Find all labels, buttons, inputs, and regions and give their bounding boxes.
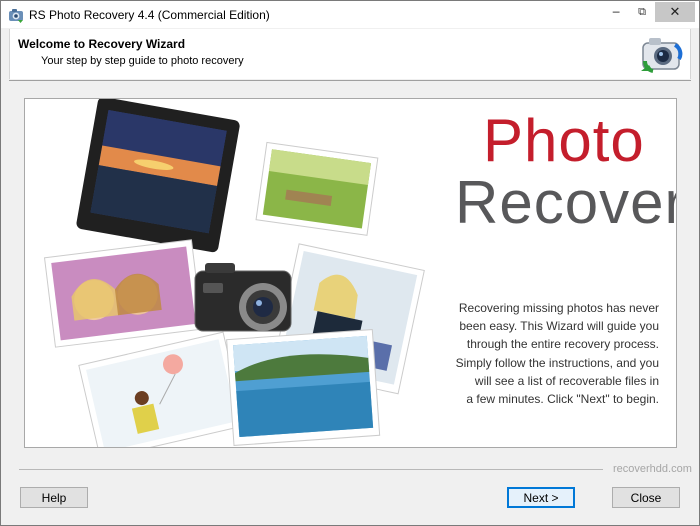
welcome-panel: Photo Recovery Recovering missing photos… xyxy=(24,98,677,448)
maximize-button[interactable]: ⧉ xyxy=(629,2,655,22)
app-icon xyxy=(9,9,23,23)
description-line: through the entire recovery process. xyxy=(466,337,659,352)
close-window-button[interactable]: ✕ xyxy=(655,2,695,22)
description-line: will see a list of recoverable files in xyxy=(474,373,659,388)
min-icon: ─ xyxy=(612,5,620,19)
help-button[interactable]: Help xyxy=(20,487,88,508)
next-button[interactable]: Next > xyxy=(507,487,575,508)
max-icon: ⧉ xyxy=(638,5,646,18)
description-line: Recovering missing photos has never xyxy=(458,301,659,315)
description-line: Simply follow the instructions, and you xyxy=(455,355,659,370)
brand-photo-text: Photo xyxy=(483,107,645,174)
page-subtitle: Your step by step guide to photo recover… xyxy=(41,55,244,67)
wizard-window: RS Photo Recovery 4.4 (Commercial Editio… xyxy=(0,0,700,526)
minimize-button[interactable]: ─ xyxy=(603,2,629,22)
page-title: Welcome to Recovery Wizard xyxy=(18,37,186,51)
close-button[interactable]: Close xyxy=(612,487,680,508)
header-divider xyxy=(9,80,691,81)
footer-divider xyxy=(19,469,603,470)
close-icon: ✕ xyxy=(669,4,681,20)
title-bar[interactable]: RS Photo Recovery 4.4 (Commercial Editio… xyxy=(1,1,699,28)
camera-recovery-logo-icon xyxy=(641,38,683,73)
wizard-header: Welcome to Recovery Wizard Your step by … xyxy=(9,29,691,79)
welcome-description: Recovering missing photos has never been… xyxy=(445,299,659,408)
window-title: RS Photo Recovery 4.4 (Commercial Editio… xyxy=(29,8,270,22)
website-label: recoverhdd.com xyxy=(613,463,692,475)
photo-collage-image xyxy=(43,99,425,447)
brand-recovery-text: Recovery xyxy=(455,169,676,236)
description-line: a few minutes. Click "Next" to begin. xyxy=(466,392,659,407)
description-line: been easy. This Wizard will guide you xyxy=(459,319,659,334)
